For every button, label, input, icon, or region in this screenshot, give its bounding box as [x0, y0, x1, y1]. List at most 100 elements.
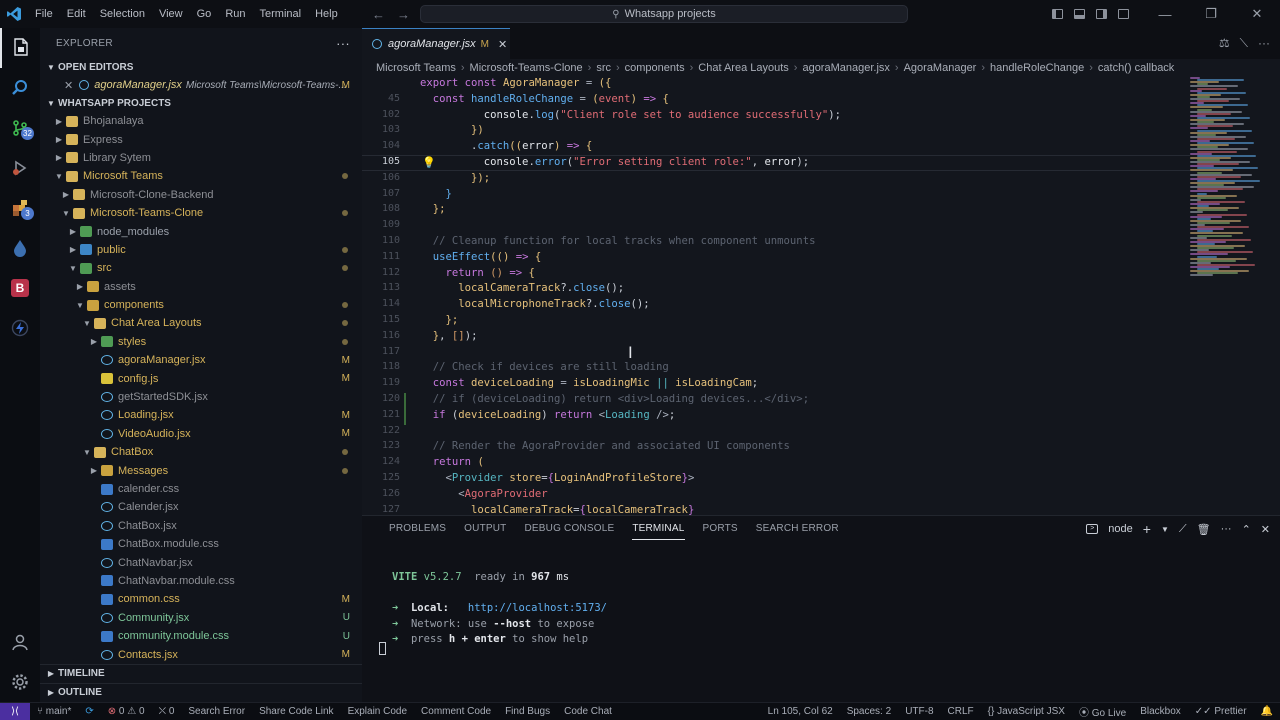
extensions-icon[interactable]: 3	[0, 188, 40, 228]
trash-icon[interactable]: 🗑	[1197, 523, 1211, 536]
tree-folder[interactable]: ▶ assets	[40, 278, 362, 296]
breadcrumb-item[interactable]: Microsoft Teams	[376, 62, 456, 74]
menu-edit[interactable]: Edit	[60, 0, 93, 28]
thunder-icon[interactable]	[0, 308, 40, 348]
tree-folder[interactable]: ▶ Messages	[40, 461, 362, 479]
panel-tab-terminal[interactable]: TERMINAL	[623, 516, 693, 542]
tree-file[interactable]: ChatNavbar.jsx	[40, 553, 362, 571]
panel-tab-debug-console[interactable]: DEBUG CONSOLE	[515, 516, 623, 542]
tree-folder[interactable]: ▶ Microsoft-Clone-Backend	[40, 186, 362, 204]
breadcrumb-item[interactable]: src	[596, 62, 611, 74]
status-item-search-error[interactable]: Search Error	[181, 706, 252, 717]
menu-go[interactable]: Go	[190, 0, 219, 28]
settings-gear-icon[interactable]	[0, 662, 40, 702]
tree-folder[interactable]: ▼ src	[40, 259, 362, 277]
tree-file[interactable]: getStartedSDK.jsx	[40, 388, 362, 406]
ports-indicator[interactable]: ⛌ 0	[152, 706, 182, 717]
editor-tab-active[interactable]: agoraManager.jsx M ✕	[362, 28, 510, 59]
remote-icon[interactable]: ⟩⟨	[0, 702, 30, 720]
tree-folder[interactable]: ▼ components	[40, 296, 362, 314]
code-editor[interactable]: export const AgoraManager = ({45 const h…	[362, 77, 1280, 515]
more-actions-icon[interactable]: ···	[336, 36, 350, 51]
outline-section[interactable]: ▶ OUTLINE	[40, 683, 362, 701]
breadcrumb-item[interactable]: catch() callback	[1098, 62, 1174, 74]
source-control-icon[interactable]: 32	[0, 108, 40, 148]
menu-terminal[interactable]: Terminal	[253, 0, 309, 28]
branch-indicator[interactable]: ⑂ main*	[30, 706, 78, 717]
tree-folder[interactable]: ▼ Chat Area Layouts	[40, 314, 362, 332]
status-item-code-chat[interactable]: Code Chat	[557, 706, 619, 717]
status-item-share-code-link[interactable]: Share Code Link	[252, 706, 341, 717]
language-mode[interactable]: {} JavaScript JSX	[981, 706, 1072, 717]
tree-folder[interactable]: ▶ styles	[40, 333, 362, 351]
command-center-search[interactable]: ⚲ Whatsapp projects	[420, 5, 908, 23]
minimize-icon[interactable]: —	[1142, 0, 1188, 28]
tree-file[interactable]: community.module.css U	[40, 627, 362, 645]
tree-folder[interactable]: ▶ Library Sytem	[40, 149, 362, 167]
go-live-button[interactable]: ⦿ Go Live	[1072, 704, 1133, 719]
panel-tab-ports[interactable]: PORTS	[694, 516, 747, 542]
maximize-icon[interactable]: ❐	[1188, 0, 1234, 28]
toggle-panel-icon[interactable]	[1068, 0, 1090, 28]
menu-help[interactable]: Help	[308, 0, 345, 28]
workspace-section[interactable]: ▼ WHATSAPP PROJECTS	[40, 94, 362, 112]
tree-folder[interactable]: ▼ Microsoft Teams	[40, 167, 362, 185]
close-tab-icon[interactable]: ✕	[498, 38, 507, 51]
run-debug-icon[interactable]	[0, 148, 40, 188]
back-arrow-icon[interactable]: ←	[372, 7, 385, 22]
customize-layout-icon[interactable]	[1112, 0, 1134, 28]
more-actions-icon[interactable]: ···	[1258, 36, 1270, 51]
status-item-comment-code[interactable]: Comment Code	[414, 706, 498, 717]
open-editors-section[interactable]: ▼ OPEN EDITORS	[40, 58, 362, 76]
tree-file[interactable]: Loading.jsx M	[40, 406, 362, 424]
menu-run[interactable]: Run	[218, 0, 252, 28]
more-actions-icon[interactable]: ···	[1221, 523, 1232, 535]
cursor-position[interactable]: Ln 105, Col 62	[761, 706, 840, 717]
drop-icon[interactable]	[0, 228, 40, 268]
account-icon[interactable]	[0, 622, 40, 662]
shell-label[interactable]: node	[1108, 523, 1132, 535]
split-editor-icon[interactable]: ⟍	[1240, 36, 1248, 51]
tree-folder[interactable]: ▼ ChatBox	[40, 443, 362, 461]
sync-icon[interactable]: ⟳	[78, 706, 100, 717]
close-window-icon[interactable]: ✕	[1234, 0, 1280, 28]
panel-tab-output[interactable]: OUTPUT	[455, 516, 515, 542]
compare-icon[interactable]: ⚖	[1219, 36, 1230, 51]
problems-indicator[interactable]: ⊗ 0 ⚠ 0	[101, 706, 152, 717]
close-icon[interactable]: ✕	[64, 79, 73, 92]
menu-selection[interactable]: Selection	[93, 0, 152, 28]
tree-folder[interactable]: ▶ Bhojanalaya	[40, 112, 362, 130]
tree-folder[interactable]: ▶ Express	[40, 130, 362, 148]
blackbox-status[interactable]: Blackbox	[1133, 706, 1188, 717]
tree-file[interactable]: ChatNavbar.module.css	[40, 572, 362, 590]
tree-file[interactable]: calender.css	[40, 480, 362, 498]
breadcrumb-item[interactable]: Microsoft-Teams-Clone	[470, 62, 583, 74]
breadcrumb-item[interactable]: agoraManager.jsx	[802, 62, 889, 74]
menu-file[interactable]: File	[28, 0, 60, 28]
tree-folder[interactable]: ▶ node_modules	[40, 222, 362, 240]
toggle-secondary-sidebar-icon[interactable]	[1090, 0, 1112, 28]
minimap[interactable]	[1190, 77, 1270, 515]
maximize-panel-icon[interactable]: ⌃	[1242, 523, 1251, 536]
status-item-explain-code[interactable]: Explain Code	[341, 706, 414, 717]
local-url-link[interactable]: http://localhost:5173/	[468, 602, 607, 614]
status-item-find-bugs[interactable]: Find Bugs	[498, 706, 557, 717]
breadcrumb-item[interactable]: components	[625, 62, 685, 74]
blackbox-icon[interactable]: B	[0, 268, 40, 308]
tree-file[interactable]: VideoAudio.jsx M	[40, 425, 362, 443]
panel-tab-search-error[interactable]: SEARCH ERROR	[747, 516, 848, 542]
panel-tab-problems[interactable]: PROBLEMS	[380, 516, 455, 542]
tree-file[interactable]: Community.jsx U	[40, 609, 362, 627]
end-of-line[interactable]: CRLF	[941, 706, 981, 717]
chevron-down-icon[interactable]: ▼	[1161, 525, 1169, 534]
tree-file[interactable]: ChatBox.module.css	[40, 535, 362, 553]
notifications-bell-icon[interactable]: 🔔	[1254, 706, 1280, 717]
prettier-status[interactable]: ✓✓ Prettier	[1188, 706, 1254, 717]
menu-view[interactable]: View	[152, 0, 190, 28]
forward-arrow-icon[interactable]: →	[397, 7, 410, 22]
breadcrumb-item[interactable]: AgoraManager	[904, 62, 977, 74]
split-terminal-icon[interactable]: ⟋	[1179, 523, 1187, 536]
breadcrumb-item[interactable]: Chat Area Layouts	[698, 62, 789, 74]
encoding[interactable]: UTF-8	[898, 706, 940, 717]
tree-file[interactable]: Contacts.jsx M	[40, 645, 362, 663]
